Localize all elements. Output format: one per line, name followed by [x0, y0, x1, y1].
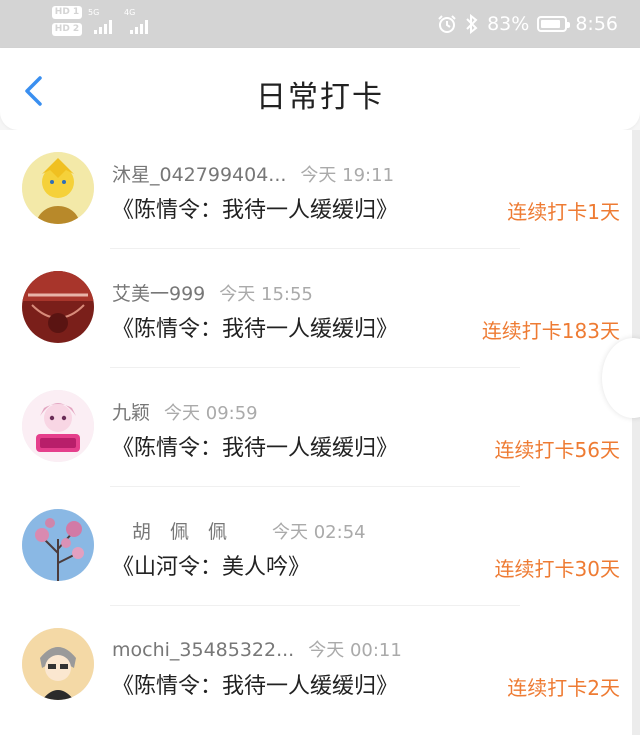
username: 沐星_042799404...: [112, 164, 287, 186]
avatar[interactable]: [22, 628, 94, 700]
book-title[interactable]: 《陈情令：我待一人缓缓归》: [112, 192, 398, 224]
status-bar: HD 1 HD 2 5G 4G 83% 8:56: [0, 0, 640, 48]
entry-meta: mochi_35485322... 今天 00:11: [112, 636, 402, 661]
streak-label: 连续打卡30天: [494, 557, 620, 581]
book-title[interactable]: 《陈情令：我待一人缓缓归》: [112, 668, 398, 700]
avatar[interactable]: [22, 271, 94, 343]
streak-label: 连续打卡56天: [494, 438, 620, 462]
sim1-badge: HD 1: [52, 6, 82, 19]
avatar[interactable]: [22, 390, 94, 462]
signal-label-1: 5G: [88, 8, 100, 17]
username: 艾美一999: [112, 283, 206, 305]
battery-percent: 83%: [487, 13, 530, 35]
list-item[interactable]: 沐星_042799404... 今天 19:11 《陈情令：我待一人缓缓归》 连…: [0, 130, 640, 249]
entry-meta: 艾美一999 今天 15:55: [112, 279, 313, 305]
battery-icon: [537, 16, 571, 32]
clock: 8:56: [575, 13, 618, 35]
username: 胡 佩 佩: [132, 521, 228, 543]
list-item[interactable]: 九颖 今天 09:59 《陈情令：我待一人缓缓归》 连续打卡56天: [0, 368, 640, 487]
list-item[interactable]: 胡 佩 佩 今天 02:54 《山河令：美人吟》 连续打卡30天: [0, 487, 640, 606]
book-title[interactable]: 《陈情令：我待一人缓缓归》: [112, 311, 398, 343]
checkin-time: 今天 15:55: [219, 284, 313, 305]
book-title[interactable]: 《山河令：美人吟》: [112, 549, 310, 581]
nav-header: 日常打卡: [0, 48, 640, 130]
bluetooth-icon: [466, 14, 478, 34]
list-item[interactable]: mochi_35485322... 今天 00:11 《陈情令：我待一人缓缓归》…: [0, 606, 640, 725]
checkin-list: 沐星_042799404... 今天 19:11 《陈情令：我待一人缓缓归》 连…: [0, 130, 640, 735]
scrollbar[interactable]: [632, 130, 640, 735]
entry-meta: 胡 佩 佩 今天 02:54: [132, 517, 366, 543]
username: mochi_35485322...: [112, 639, 295, 661]
status-right: 83% 8:56: [437, 8, 618, 40]
book-title[interactable]: 《陈情令：我待一人缓缓归》: [112, 430, 398, 462]
sim-indicators: HD 1 HD 2: [52, 6, 86, 40]
avatar[interactable]: [22, 509, 94, 581]
entry-meta: 九颖 今天 09:59: [112, 398, 258, 424]
checkin-time: 今天 09:59: [164, 403, 258, 424]
page-title: 日常打卡: [256, 80, 384, 115]
signal-label-2: 4G: [124, 8, 136, 17]
list-item[interactable]: 艾美一999 今天 15:55 《陈情令：我待一人缓缓归》 连续打卡183天: [0, 249, 640, 368]
sim2-badge: HD 2: [52, 23, 82, 36]
avatar[interactable]: [22, 152, 94, 224]
entry-meta: 沐星_042799404... 今天 19:11: [112, 160, 395, 186]
checkin-time: 今天 19:11: [300, 165, 395, 186]
streak-label: 连续打卡2天: [507, 676, 620, 700]
checkin-time: 今天 00:11: [308, 640, 402, 661]
streak-label: 连续打卡183天: [481, 319, 620, 343]
streak-label: 连续打卡1天: [507, 200, 620, 224]
username: 九颖: [112, 402, 151, 424]
alarm-icon: [438, 15, 456, 33]
checkin-time: 今天 02:54: [272, 522, 366, 543]
